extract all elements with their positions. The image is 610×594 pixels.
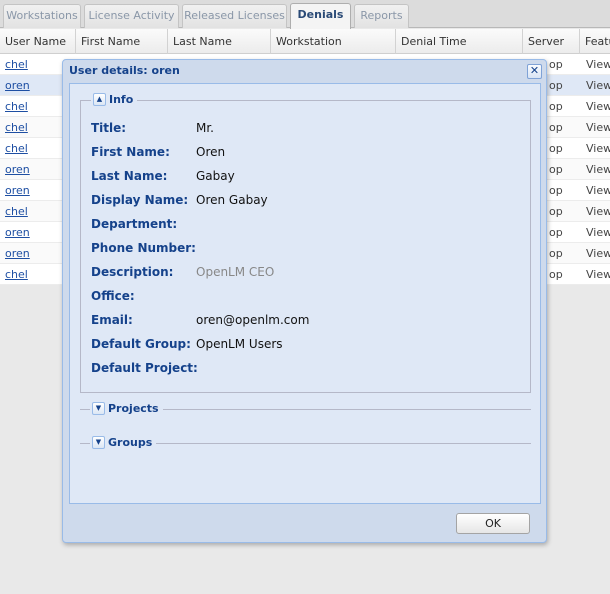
view-cell[interactable]: View [586,247,610,260]
server-cell: op [549,100,563,113]
display-name-label: Display Name: [91,193,189,207]
user-name-link[interactable]: chel [5,268,28,281]
groups-fieldset: ▼ Groups [80,436,531,449]
view-cell[interactable]: View [586,268,610,281]
column-header-feature[interactable]: Featu [580,29,610,54]
ok-button[interactable]: OK [456,513,530,534]
phone-number-label: Phone Number: [91,241,196,255]
view-cell[interactable]: View [586,58,610,71]
info-legend-label: Info [109,93,134,106]
server-cell: op [549,142,563,155]
user-name-link[interactable]: oren [5,247,30,260]
title-label: Title: [91,121,127,135]
email-label: Email: [91,313,133,327]
user-name-link[interactable]: chel [5,100,28,113]
user-name-link[interactable]: oren [5,163,30,176]
server-cell: op [549,79,563,92]
server-cell: op [549,268,563,281]
server-cell: op [549,226,563,239]
expand-groups-toggle-icon[interactable]: ▼ [92,436,105,449]
first-name-value: Oren [196,145,226,159]
column-header-first-name[interactable]: First Name [76,29,168,54]
server-cell: op [549,205,563,218]
department-label: Department: [91,217,178,231]
view-cell[interactable]: View [586,142,610,155]
projects-legend-label: Projects [108,402,159,415]
last-name-label: Last Name: [91,169,168,183]
user-name-link[interactable]: oren [5,79,30,92]
groups-legend: ▼ Groups [90,436,157,449]
view-cell[interactable]: View [586,79,610,92]
column-header-last-name[interactable]: Last Name [168,29,271,54]
view-cell[interactable]: View [586,184,610,197]
email-value: oren@openlm.com [196,313,310,327]
display-name-value: Oren Gabay [196,193,268,207]
projects-fieldset: ▼ Projects [80,402,531,415]
dialog-body: ▲ Info Title: Mr. First Name: Oren Last … [69,83,541,504]
column-header-denial-time[interactable]: Denial Time [396,29,523,54]
view-cell[interactable]: View [586,226,610,239]
first-name-label: First Name: [91,145,170,159]
tab-denials[interactable]: Denials [290,3,351,29]
column-header-workstation[interactable]: Workstation [271,29,396,54]
server-cell: op [549,184,563,197]
user-name-link[interactable]: oren [5,184,30,197]
server-cell: op [549,58,563,71]
grid-header: User Name First Name Last Name Workstati… [0,29,610,54]
column-header-server[interactable]: Server [523,29,580,54]
column-header-user-name[interactable]: User Name [0,29,76,54]
title-value: Mr. [196,121,214,135]
info-fieldset: ▲ Info Title: Mr. First Name: Oren Last … [80,93,531,393]
tab-reports[interactable]: Reports [354,4,409,28]
server-cell: op [549,163,563,176]
close-icon[interactable]: ✕ [527,64,542,79]
user-name-link[interactable]: chel [5,205,28,218]
server-cell: op [549,121,563,134]
view-cell[interactable]: View [586,205,610,218]
info-legend: ▲ Info [91,93,138,106]
tab-strip: Workstations License Activity Released L… [0,0,610,29]
description-value: OpenLM CEO [196,265,275,279]
dialog-title[interactable]: User details: oren [69,64,180,77]
user-name-link[interactable]: chel [5,58,28,71]
projects-legend: ▼ Projects [90,402,163,415]
dialog-footer: OK [63,504,546,544]
expand-projects-toggle-icon[interactable]: ▼ [92,402,105,415]
default-project-label: Default Project: [91,361,198,375]
view-cell[interactable]: View [586,121,610,134]
groups-legend-label: Groups [108,436,153,449]
default-group-value: OpenLM Users [196,337,283,351]
server-cell: op [549,247,563,260]
tab-workstations[interactable]: Workstations [3,4,81,28]
user-name-link[interactable]: oren [5,226,30,239]
user-details-dialog: User details: oren ✕ ▲ Info Title: Mr. F… [62,59,547,543]
view-cell[interactable]: View [586,163,610,176]
default-group-label: Default Group: [91,337,191,351]
last-name-value: Gabay [196,169,235,183]
view-cell[interactable]: View [586,100,610,113]
tab-license-activity[interactable]: License Activity [84,4,179,28]
collapse-info-toggle-icon[interactable]: ▲ [93,93,106,106]
description-label: Description: [91,265,174,279]
user-name-link[interactable]: chel [5,121,28,134]
office-label: Office: [91,289,135,303]
tab-released-licenses[interactable]: Released Licenses [182,4,287,28]
user-name-link[interactable]: chel [5,142,28,155]
